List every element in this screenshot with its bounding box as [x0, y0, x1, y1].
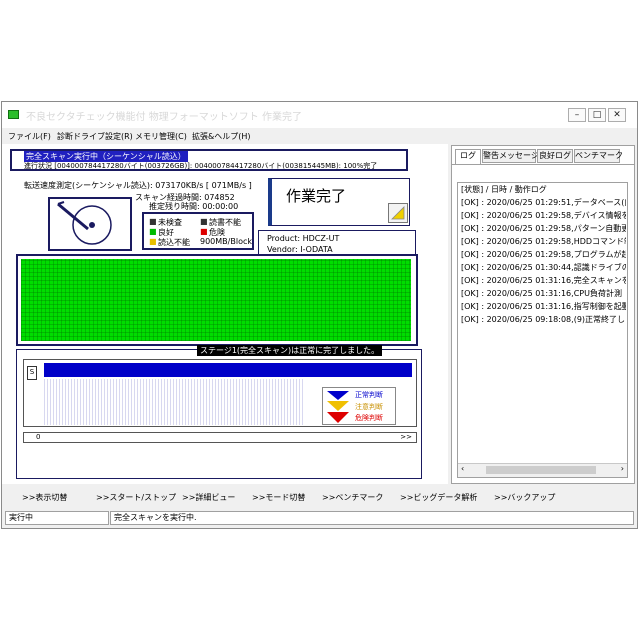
tab-benchmark[interactable]: ベンチマーク	[574, 149, 623, 163]
detail-view-button[interactable]: >>詳細ビュー	[182, 492, 235, 503]
log-row[interactable]: [OK] : 2020/06/25 09:18:08,(9)正常終了し	[461, 314, 626, 326]
log-header: [状態] / 日時 / 動作ログ	[461, 185, 547, 194]
big-data-button[interactable]: >>ビッグデータ解析	[400, 492, 477, 503]
scan-info-box: 完全スキャン実行中（シーケンシャル読込） 進行状況 [0040007844172…	[10, 149, 408, 171]
block-map-grid	[21, 259, 411, 341]
scroll-thumb[interactable]	[486, 466, 596, 474]
status-state: 実行中	[5, 511, 109, 525]
disk-icon	[48, 197, 132, 251]
app-icon	[8, 110, 19, 119]
title-bar: 不良セクタチェック機能付 物理フォーマットソフト 作業完了 – □ ✕	[2, 102, 637, 128]
log-list[interactable]: [状態] / 日時 / 動作ログ [OK] : 2020/06/25 01:29…	[457, 182, 628, 478]
toggle-display-button[interactable]: >>表示切替	[22, 492, 67, 503]
transfer-speed: 転送速度測定(シーケンシャル読込): 073170KB/s [ 071MB/s …	[24, 181, 252, 190]
status-message: 完全スキャンを実行中.	[110, 511, 634, 525]
complete-icon	[388, 203, 408, 223]
tab-good-log[interactable]: 良好ログ	[537, 149, 573, 163]
tab-log[interactable]: ログ	[455, 149, 481, 165]
stage-label: ステージ1(完全スキャン)は正常に完了しました。	[197, 345, 383, 356]
log-row[interactable]: [OK] : 2020/06/25 01:29:58,パターン自動更	[461, 223, 626, 235]
menu-file[interactable]: ファイル(F)	[8, 131, 51, 142]
stage-scrollbar[interactable]: 0 >>	[23, 432, 417, 443]
log-hscrollbar[interactable]: ‹ ›	[458, 463, 627, 477]
start-stop-button[interactable]: >>スタート/ストップ	[96, 492, 176, 503]
scroll-start: 0	[36, 433, 41, 441]
judge-normal: 正常判断	[355, 391, 383, 399]
backup-button[interactable]: >>バックアップ	[494, 492, 555, 503]
status-bar: 実行中 完全スキャンを実行中.	[2, 508, 637, 528]
legend-block-size: 900MB/Block	[200, 237, 252, 246]
scroll-left-icon[interactable]: ‹	[461, 464, 464, 473]
judge-legend: 正常判断 注意判断 危険判断	[322, 387, 396, 425]
benchmark-button[interactable]: >>ベンチマーク	[322, 492, 383, 503]
minimize-button[interactable]: –	[568, 108, 586, 122]
block-map	[16, 254, 418, 346]
menu-bar: ファイル(F) 診断ドライブ設定(R) メモリ管理(C) 拡張&ヘルプ(H)	[2, 129, 637, 143]
scan-progress: 進行状況 [004000784417280バイト(003726GB)]: 004…	[24, 162, 378, 170]
stage-dotted-area	[44, 379, 304, 425]
log-row[interactable]: [OK] : 2020/06/25 01:31:16,指写制御を起動	[461, 301, 626, 313]
remaining-time: 推定残り時間: 00:00:00	[149, 202, 239, 211]
stage-row-label: S	[27, 366, 37, 380]
bottom-toolbar: >>表示切替 >>スタート/ストップ >>詳細ビュー >>モード切替 >>ベンチ…	[2, 486, 637, 508]
tab-warning[interactable]: 警告メッセージ	[482, 149, 539, 163]
stage-panel: ステージ1(完全スキャン)は正常に完了しました。 S 正常判断 注意判断 危険判…	[16, 345, 422, 479]
log-row[interactable]: [OK] : 2020/06/25 01:30:44,認識ドライブの確	[461, 262, 626, 274]
log-row[interactable]: [OK] : 2020/06/25 01:29:58,HDDコマンド制	[461, 236, 626, 248]
scroll-end-button[interactable]: >>	[400, 433, 412, 441]
window-title: 不良セクタチェック機能付 物理フォーマットソフト 作業完了	[26, 112, 302, 123]
log-panel: ログ 警告メッセージ 良好ログ ベンチマーク [状態] / 日時 / 動作ログ …	[451, 145, 635, 484]
log-row[interactable]: [OK] : 2020/06/25 01:29:51,データベース(内	[461, 197, 626, 209]
menu-help[interactable]: 拡張&ヘルプ(H)	[192, 131, 251, 142]
menu-drive-settings[interactable]: 診断ドライブ設定(R)	[57, 131, 133, 142]
log-row[interactable]: [OK] : 2020/06/25 01:29:58,プログラムが起動	[461, 249, 626, 261]
mode-toggle-button[interactable]: >>モード切替	[252, 492, 305, 503]
stage-blue-bar	[44, 363, 412, 377]
judge-danger: 危険判断	[355, 414, 383, 422]
log-row[interactable]: [OK] : 2020/06/25 01:31:16,完全スキャンを実	[461, 275, 626, 287]
maximize-button[interactable]: □	[588, 108, 606, 122]
judge-caution: 注意判断	[355, 403, 383, 411]
log-row[interactable]: [OK] : 2020/06/25 01:31:16,CPU負荷計測	[461, 288, 626, 300]
status-card-text: 作業完了	[286, 187, 347, 205]
scan-panel: 完全スキャン実行中（シーケンシャル読込） 進行状況 [0040007844172…	[2, 144, 448, 484]
scroll-right-icon[interactable]: ›	[621, 464, 624, 473]
block-legend: ■ 未検査 ■ 読書不能 ■ 良好 ■ 危険 ■ 読込不能 900MB/Bloc…	[142, 212, 254, 250]
stage-chart: S 正常判断 注意判断 危険判断	[23, 359, 417, 427]
status-card: 作業完了	[268, 178, 410, 226]
device-vendor: Vendor: I-ODATA	[267, 245, 333, 254]
legend-readerror: 読込不能	[158, 238, 190, 247]
menu-memory[interactable]: メモリ管理(C)	[135, 131, 187, 142]
close-button[interactable]: ✕	[608, 108, 626, 122]
log-row[interactable]: [OK] : 2020/06/25 01:29:58,デバイス情報を読	[461, 210, 626, 222]
app-window: 不良セクタチェック機能付 物理フォーマットソフト 作業完了 – □ ✕ ファイル…	[1, 101, 638, 529]
device-product: Product: HDCZ-UT	[267, 234, 340, 243]
